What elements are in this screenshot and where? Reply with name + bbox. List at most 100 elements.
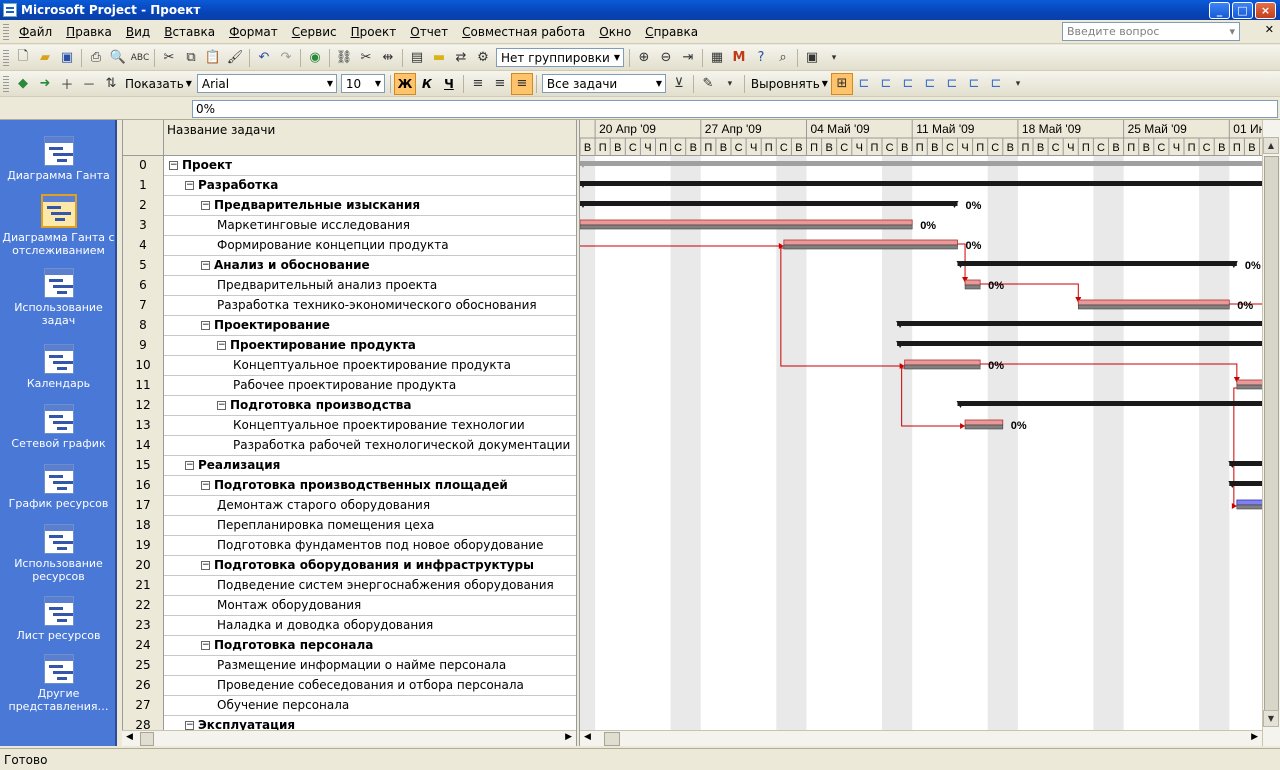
maximize-button[interactable]: □ bbox=[1232, 2, 1253, 19]
toolbar-grip[interactable] bbox=[3, 49, 9, 66]
row-id[interactable]: 3 bbox=[123, 216, 164, 236]
table-row[interactable]: 22 Монтаж оборудования bbox=[123, 596, 576, 616]
task-name[interactable]: Размещение информации о найме персонала bbox=[217, 656, 506, 676]
table-row[interactable]: 10 Концептуальное проектирование продукта bbox=[123, 356, 576, 376]
open-folder-icon[interactable]: ▰ bbox=[34, 47, 56, 69]
collapse-icon[interactable]: − bbox=[201, 321, 210, 330]
arrow-right-icon[interactable]: ➜ bbox=[34, 73, 56, 95]
view-tracking-gantt[interactable]: Диаграмма Ганта с отслеживанием bbox=[0, 194, 117, 257]
row-id[interactable]: 9 bbox=[123, 336, 164, 356]
table-row[interactable]: 2 − Предварительные изыскания bbox=[123, 196, 576, 216]
scroll-right-icon[interactable]: ▶ bbox=[1251, 732, 1258, 742]
view-resource-graph[interactable]: График ресурсов bbox=[0, 464, 117, 510]
task-name[interactable]: Эксплуатация bbox=[198, 716, 295, 730]
network-box-icon-6[interactable]: ⊏ bbox=[963, 73, 985, 95]
toolbar-options-icon[interactable]: ▾ bbox=[1007, 73, 1029, 95]
table-row[interactable]: 5 − Анализ и обоснование bbox=[123, 256, 576, 276]
table-row[interactable]: 3 Маркетинговые исследования bbox=[123, 216, 576, 236]
table-row[interactable]: 26 Проведение собеседования и отбора перс… bbox=[123, 676, 576, 696]
row-id[interactable]: 6 bbox=[123, 276, 164, 296]
row-id[interactable]: 19 bbox=[123, 536, 164, 556]
new-file-icon[interactable]: 🗋 bbox=[12, 47, 34, 69]
collapse-icon[interactable]: − bbox=[201, 201, 210, 210]
help-icon[interactable]: ? bbox=[750, 47, 772, 69]
row-id[interactable]: 4 bbox=[123, 236, 164, 256]
help-search-input[interactable]: Введите вопрос ▾ bbox=[1062, 22, 1240, 41]
table-row[interactable]: 20 − Подготовка оборудования и инфраструкт… bbox=[123, 556, 576, 576]
task-name[interactable]: Демонтаж старого оборудования bbox=[217, 496, 430, 516]
cut-icon[interactable]: ✂ bbox=[158, 47, 180, 69]
row-id[interactable]: 12 bbox=[123, 396, 164, 416]
collapse-icon[interactable]: − bbox=[185, 461, 194, 470]
arrow-left-icon[interactable]: ◆ bbox=[12, 73, 34, 95]
redo-icon[interactable]: ↷ bbox=[275, 47, 297, 69]
view-network-diagram[interactable]: Сетевой график bbox=[0, 404, 117, 450]
table-row[interactable]: 18 Перепланировка помещения цеха bbox=[123, 516, 576, 536]
task-name[interactable]: Подготовка персонала bbox=[214, 636, 373, 656]
row-id[interactable]: 16 bbox=[123, 476, 164, 496]
table-row[interactable]: 23 Наладка и доводка оборудования bbox=[123, 616, 576, 636]
save-icon[interactable]: ▣ bbox=[56, 47, 78, 69]
table-horizontal-scrollbar[interactable]: ◀ ▶ bbox=[122, 730, 576, 746]
office-online-icon[interactable]: M bbox=[728, 47, 750, 69]
row-id[interactable]: 0 bbox=[123, 156, 164, 176]
network-box-icon-7[interactable]: ⊏ bbox=[985, 73, 1007, 95]
row-id[interactable]: 15 bbox=[123, 456, 164, 476]
task-name[interactable]: Подготовка фундаментов под новое оборудо… bbox=[217, 536, 543, 556]
network-box-icon-5[interactable]: ⊏ bbox=[941, 73, 963, 95]
table-row[interactable]: 12 − Подготовка производства bbox=[123, 396, 576, 416]
row-id[interactable]: 13 bbox=[123, 416, 164, 436]
task-name[interactable]: Концептуальное проектирование продукта bbox=[233, 356, 511, 376]
select-all-corner[interactable] bbox=[123, 120, 164, 156]
table-row[interactable]: 15 − Реализация bbox=[123, 456, 576, 476]
collapse-icon[interactable]: − bbox=[201, 481, 210, 490]
table-row[interactable]: 21 Подведение систем энергоснабжения обор… bbox=[123, 576, 576, 596]
table-row[interactable]: 11 Рабочее проектирование продукта bbox=[123, 376, 576, 396]
chevron-down-icon[interactable]: ▼ bbox=[652, 75, 665, 92]
network-box-icon-2[interactable]: ⊏ bbox=[875, 73, 897, 95]
view-resource-sheet[interactable]: Лист ресурсов bbox=[0, 596, 117, 642]
collapse-icon[interactable]: − bbox=[201, 641, 210, 650]
view-task-usage[interactable]: Использование задач bbox=[0, 268, 117, 327]
task-name[interactable]: Предварительные изыскания bbox=[214, 196, 420, 216]
align-center-icon[interactable]: ≡ bbox=[489, 73, 511, 95]
column-header-task-name[interactable]: Название задачи bbox=[167, 123, 275, 137]
close-button[interactable]: × bbox=[1255, 2, 1276, 19]
scroll-down-icon[interactable]: ▼ bbox=[1263, 710, 1279, 727]
network-box-icon-4[interactable]: ⊏ bbox=[919, 73, 941, 95]
table-row[interactable]: 16 − Подготовка производственных площадей bbox=[123, 476, 576, 496]
menu-view[interactable]: Вид bbox=[119, 25, 157, 39]
task-info-icon[interactable]: ▤ bbox=[406, 47, 428, 69]
group-by-select[interactable]: Нет группировки ▼ bbox=[496, 48, 624, 67]
menu-tools[interactable]: Сервис bbox=[285, 25, 344, 39]
scroll-left-icon[interactable]: ◀ bbox=[126, 732, 133, 742]
menu-edit[interactable]: Правка bbox=[59, 25, 119, 39]
table-row[interactable]: 6 Предварительный анализ проекта bbox=[123, 276, 576, 296]
chevron-down-icon[interactable]: ▾ bbox=[1229, 25, 1235, 38]
table-row[interactable]: 25 Размещение информации о найме персонал… bbox=[123, 656, 576, 676]
table-scroll-thumb[interactable] bbox=[140, 732, 154, 746]
format-painter-icon[interactable]: 🖌 bbox=[224, 47, 246, 69]
zoom-in-icon[interactable]: ⊕ bbox=[633, 47, 655, 69]
network-box-icon-1[interactable]: ⊏ bbox=[853, 73, 875, 95]
menu-help[interactable]: Справка bbox=[638, 25, 705, 39]
chevron-down-icon[interactable]: ▼ bbox=[371, 75, 384, 92]
goto-task-icon[interactable]: ⇥ bbox=[677, 47, 699, 69]
row-id[interactable]: 27 bbox=[123, 696, 164, 716]
print-icon[interactable]: ⎙ bbox=[85, 47, 107, 69]
collapse-icon[interactable]: − bbox=[201, 261, 210, 270]
row-id[interactable]: 2 bbox=[123, 196, 164, 216]
gantt-wizard-icon[interactable]: ✎ bbox=[697, 73, 719, 95]
task-name[interactable]: Маркетинговые исследования bbox=[217, 216, 410, 236]
toolbar-grip[interactable] bbox=[3, 75, 9, 92]
chevron-down-icon[interactable]: ▼ bbox=[323, 75, 336, 92]
table-row[interactable]: 13 Концептуальное проектирование технолог… bbox=[123, 416, 576, 436]
minimize-button[interactable]: _ bbox=[1209, 2, 1230, 19]
collapse-icon[interactable]: − bbox=[217, 401, 226, 410]
task-name[interactable]: Обучение персонала bbox=[217, 696, 349, 716]
unlink-tasks-icon[interactable]: ✂ bbox=[355, 47, 377, 69]
row-id[interactable]: 10 bbox=[123, 356, 164, 376]
menu-window[interactable]: Окно bbox=[592, 25, 638, 39]
align-dropdown-button[interactable]: Выровнять ▼ bbox=[748, 73, 831, 95]
table-row[interactable]: 17 Демонтаж старого оборудования bbox=[123, 496, 576, 516]
